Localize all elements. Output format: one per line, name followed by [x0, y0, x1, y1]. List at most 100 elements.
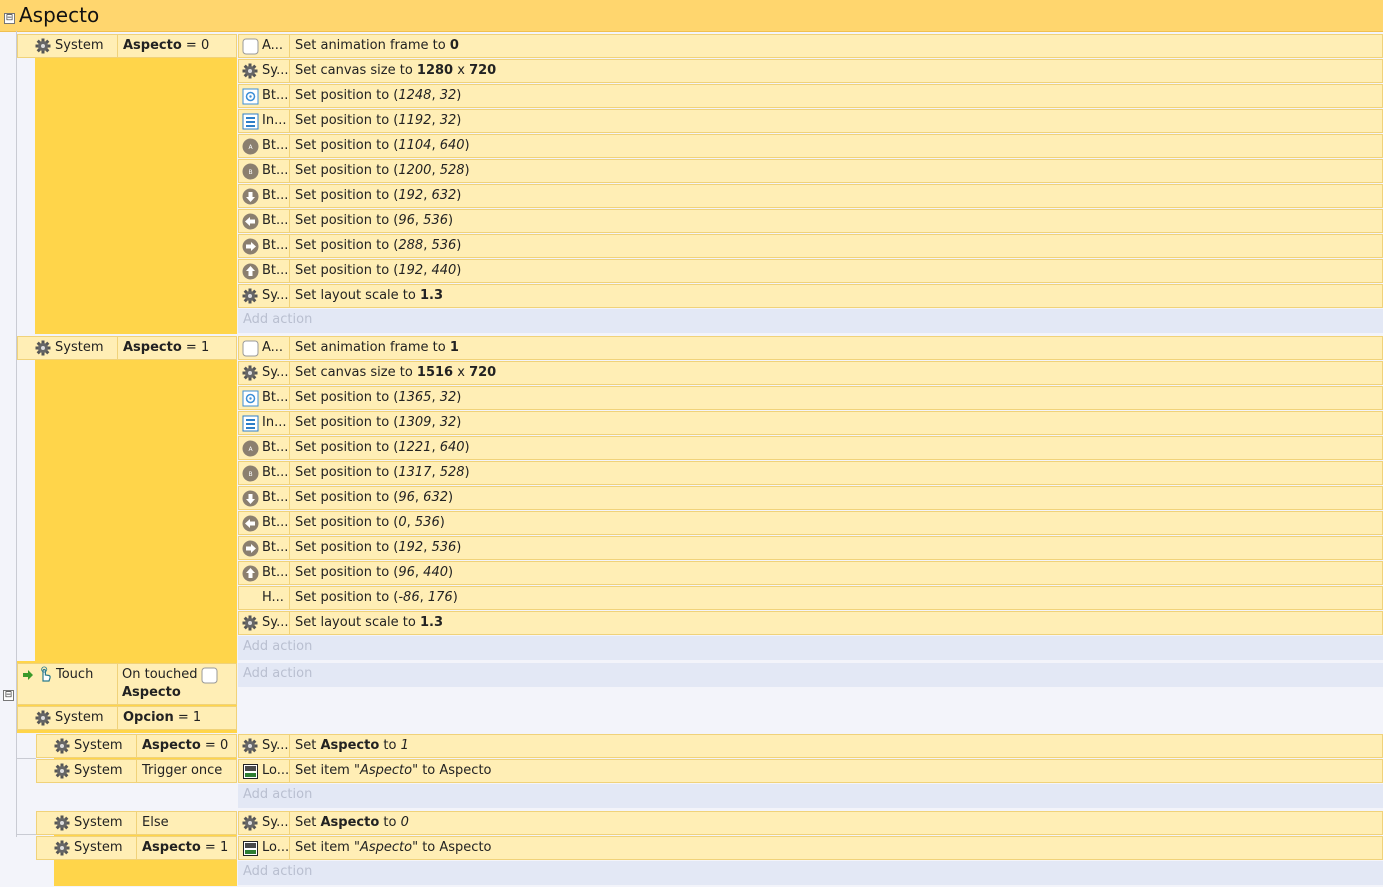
- column-divider: [289, 462, 290, 484]
- action-object-name: Bt...: [262, 390, 288, 405]
- action-row[interactable]: Lo... Set item "Aspecto" to Aspecto: [238, 836, 1383, 860]
- group-header[interactable]: ⊟ Aspecto: [0, 0, 1383, 32]
- action-text: Set position to (192, 440): [295, 263, 462, 278]
- event-block-margin: [35, 336, 237, 661]
- action-row[interactable]: Sy... Set layout scale to 1.3: [238, 611, 1383, 635]
- action-row[interactable]: A... Set animation frame to 1: [238, 336, 1383, 360]
- action-text: Set position to (0, 536): [295, 515, 445, 530]
- add-action-button[interactable]: Add action: [238, 309, 1383, 333]
- column-divider: [289, 387, 290, 409]
- add-action-button[interactable]: Add action: [238, 636, 1383, 660]
- arrow-down-icon: [242, 188, 259, 205]
- tree-line: [16, 733, 17, 837]
- action-row[interactable]: Bt... Set position to (0, 536): [238, 511, 1383, 535]
- action-row[interactable]: Bt... Set position to (288, 536): [238, 234, 1383, 258]
- action-object-name: Sy...: [262, 63, 288, 78]
- action-row[interactable]: Bt... Set position to (192, 440): [238, 259, 1383, 283]
- condition-object-name: System: [74, 763, 123, 778]
- condition-object-cell: System: [37, 735, 137, 757]
- gear-icon: [54, 763, 70, 779]
- arrow-up-icon: [242, 263, 259, 280]
- action-row[interactable]: In... Set position to (1192, 32): [238, 109, 1383, 133]
- action-row[interactable]: A Bt... Set position to (1221, 640): [238, 436, 1383, 460]
- checkbox-sprite-icon: [242, 38, 259, 55]
- condition-row[interactable]: System Aspecto = 0: [17, 34, 237, 58]
- trigger-arrow-icon: [22, 669, 34, 681]
- action-row[interactable]: Bt... Set position to (96, 536): [238, 209, 1383, 233]
- action-row[interactable]: Bt... Set position to (96, 440): [238, 561, 1383, 585]
- action-object-name: Bt...: [262, 213, 288, 228]
- list-icon: [242, 113, 259, 130]
- column-divider: [289, 260, 290, 282]
- action-text: Set layout scale to 1.3: [295, 288, 444, 303]
- subevents-collapse-icon[interactable]: ⊟: [3, 690, 14, 701]
- action-object-name: Bt...: [262, 238, 288, 253]
- condition-row[interactable]: System Aspecto = 0: [36, 734, 237, 758]
- action-row[interactable]: In... Set position to (1309, 32): [238, 411, 1383, 435]
- action-object-name: Bt...: [262, 88, 288, 103]
- action-row[interactable]: A Bt... Set position to (1104, 640): [238, 134, 1383, 158]
- gear-icon: [242, 615, 259, 632]
- action-object-name: Sy...: [262, 615, 288, 630]
- column-divider: [289, 160, 290, 182]
- svg-text:B: B: [248, 169, 252, 176]
- action-row[interactable]: Sy... Set Aspecto to 1: [238, 734, 1383, 758]
- touch-condition-row[interactable]: Touch On touched Aspecto: [17, 663, 237, 705]
- condition-row[interactable]: System Aspecto = 1: [17, 336, 237, 360]
- action-row[interactable]: Sy... Set layout scale to 1.3: [238, 284, 1383, 308]
- add-action-button[interactable]: Add action: [238, 861, 1383, 885]
- condition-object-cell: System: [37, 812, 137, 834]
- action-row[interactable]: Bt... Set position to (192, 536): [238, 536, 1383, 560]
- touch-hand-icon: [37, 666, 54, 683]
- column-divider: [289, 837, 290, 859]
- action-text: Set position to (96, 536): [295, 213, 454, 228]
- button-b-icon: B: [242, 163, 259, 180]
- column-divider: [289, 812, 290, 834]
- action-row[interactable]: Bt... Set position to (1365, 32): [238, 386, 1383, 410]
- action-row[interactable]: B Bt... Set position to (1200, 528): [238, 159, 1383, 183]
- action-row[interactable]: H... Set position to (-86, 176): [238, 586, 1383, 610]
- action-text: Set position to (-86, 176): [295, 590, 458, 605]
- arrow-left-icon: [242, 213, 259, 230]
- add-action-button[interactable]: Add action: [238, 784, 1383, 808]
- action-object-name: Sy...: [262, 738, 288, 753]
- condition-object-name: System: [55, 710, 104, 725]
- column-divider: [289, 487, 290, 509]
- condition-object-name: System: [55, 340, 104, 355]
- column-divider: [289, 512, 290, 534]
- action-object-name: Bt...: [262, 465, 288, 480]
- condition-object-name: System: [74, 738, 123, 753]
- action-row[interactable]: A... Set animation frame to 0: [238, 34, 1383, 58]
- condition-row[interactable]: System Aspecto = 1: [36, 836, 237, 860]
- action-object-name: Bt...: [262, 565, 288, 580]
- action-text: Set animation frame to 1: [295, 340, 459, 355]
- action-object-name: Lo...: [262, 840, 288, 855]
- action-text: Set position to (1221, 640): [295, 440, 470, 455]
- condition-text: Opcion = 1: [123, 710, 202, 725]
- action-row[interactable]: Bt... Set position to (96, 632): [238, 486, 1383, 510]
- settings-button-icon: [242, 390, 259, 407]
- action-row[interactable]: Sy... Set canvas size to 1516 x 720: [238, 361, 1383, 385]
- action-row[interactable]: Sy... Set canvas size to 1280 x 720: [238, 59, 1383, 83]
- condition-row[interactable]: System Opcion = 1: [17, 706, 237, 730]
- gear-icon: [54, 815, 70, 831]
- action-row[interactable]: Bt... Set position to (1248, 32): [238, 84, 1383, 108]
- event-block-margin: [35, 34, 237, 334]
- action-text: Set item "Aspecto" to Aspecto: [295, 763, 492, 778]
- column-divider: [289, 210, 290, 232]
- column-divider: [289, 562, 290, 584]
- action-text: Set position to (1365, 32): [295, 390, 462, 405]
- condition-row[interactable]: System Else: [36, 811, 237, 835]
- action-row[interactable]: Lo... Set item "Aspecto" to Aspecto: [238, 759, 1383, 783]
- action-row[interactable]: Bt... Set position to (192, 632): [238, 184, 1383, 208]
- arrow-left-icon: [242, 515, 259, 532]
- action-row[interactable]: Sy... Set Aspecto to 0: [238, 811, 1383, 835]
- action-row[interactable]: B Bt... Set position to (1317, 528): [238, 461, 1383, 485]
- condition-row[interactable]: System Trigger once: [36, 759, 237, 783]
- collapse-toggle-icon[interactable]: ⊟: [4, 13, 15, 24]
- gear-icon: [54, 840, 70, 856]
- condition-object-cell: Touch: [18, 664, 118, 704]
- condition-text: Else: [142, 815, 169, 830]
- action-object-name: Bt...: [262, 188, 288, 203]
- add-action-button[interactable]: Add action: [238, 663, 1383, 687]
